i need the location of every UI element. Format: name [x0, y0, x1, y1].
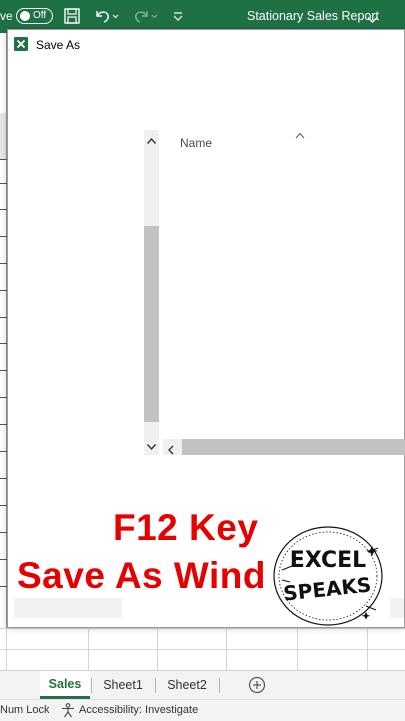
accessibility-status[interactable]: Accessibility: Investigate — [79, 704, 198, 716]
grid-line — [0, 209, 7, 210]
sort-ascending-icon — [295, 126, 305, 144]
tab-sales[interactable]: Sales — [40, 671, 90, 699]
grid-line — [0, 343, 7, 344]
grid-line — [0, 317, 7, 318]
grid-line — [0, 532, 7, 533]
excel-speaks-logo: EXCEL SPEAKS — [273, 526, 383, 626]
scrollbar-thumb[interactable] — [182, 439, 405, 455]
grid-line — [297, 628, 298, 670]
grid-line — [0, 183, 7, 184]
excel-icon — [14, 37, 28, 51]
dialog-title: Save As — [36, 38, 81, 52]
grid-line — [0, 159, 7, 160]
grid-line — [0, 451, 7, 452]
sheet-tab-bar: Sales Sheet1 Sheet2 — [0, 670, 405, 700]
grid-line — [0, 424, 7, 425]
dialog-footer-field — [390, 598, 404, 618]
grid-line — [0, 397, 7, 398]
logo-text-line1: EXCEL — [290, 548, 366, 573]
tab-sheet1[interactable]: Sheet1 — [92, 671, 154, 699]
tab-sheet2[interactable]: Sheet2 — [156, 671, 218, 699]
spreadsheet-grid-bottom — [0, 628, 405, 670]
horizontal-scrollbar[interactable] — [163, 439, 405, 455]
num-lock-indicator: Num Lock — [0, 704, 50, 716]
save-icon[interactable] — [64, 6, 82, 26]
chevron-down-icon[interactable] — [367, 11, 378, 29]
autosave-toggle-state: Off — [33, 10, 47, 21]
grid-line — [88, 628, 89, 670]
customize-toolbar-icon[interactable] — [172, 6, 186, 26]
overlay-caption-line2: Save As Wind — [17, 555, 266, 596]
grid-line — [367, 628, 368, 670]
undo-icon[interactable] — [93, 6, 119, 26]
spreadsheet-grid-left — [0, 33, 7, 628]
grid-line — [226, 628, 227, 670]
status-bar: Num Lock Accessibility: Investigate — [0, 699, 405, 721]
scrollbar-thumb[interactable] — [144, 226, 159, 422]
grid-line — [0, 649, 405, 650]
chevron-down-icon[interactable] — [146, 438, 157, 456]
chevron-left-icon[interactable] — [167, 442, 175, 460]
accessibility-icon[interactable] — [60, 703, 76, 718]
add-sheet-icon[interactable] — [248, 676, 266, 694]
grid-line — [0, 290, 7, 291]
grid-line — [0, 505, 7, 506]
autosave-label: ve — [0, 9, 13, 23]
document-title[interactable]: Stationary Sales Report — [247, 9, 379, 23]
redo-icon[interactable] — [133, 6, 159, 26]
grid-line — [0, 559, 7, 560]
grid-line — [6, 628, 7, 670]
grid-line — [0, 263, 7, 264]
tab-separator — [219, 678, 220, 693]
autosave-toggle[interactable]: Off — [16, 8, 53, 24]
grid-line — [0, 586, 7, 587]
dialog-footer-field — [14, 598, 122, 618]
toggle-knob — [20, 11, 30, 21]
chevron-up-icon[interactable] — [146, 132, 157, 150]
grid-line — [0, 236, 7, 237]
grid-line — [0, 478, 7, 479]
vertical-scrollbar[interactable] — [144, 130, 159, 455]
grid-line — [157, 628, 158, 670]
grid-line — [0, 370, 7, 371]
overlay-caption-line1: F12 Key — [113, 507, 259, 548]
column-header-name[interactable]: Name — [180, 136, 212, 150]
